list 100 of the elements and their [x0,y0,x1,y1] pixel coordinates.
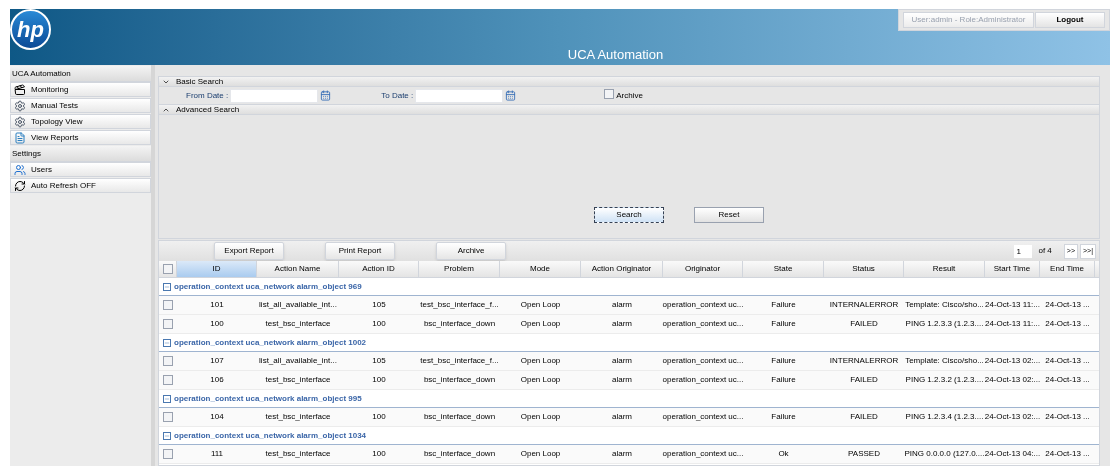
table-cell: Open Loop [520,318,561,330]
column-header[interactable]: End Time [1040,261,1095,277]
table-cell: 24-Oct-13 11:... [985,318,1040,330]
basic-search-header[interactable]: Basic Search [159,77,1099,87]
table-cell: alarm [612,355,632,367]
to-date-field[interactable] [415,88,504,103]
table-cell: alarm [612,411,632,423]
table-cell: 100 [372,318,386,330]
page-count: of 4 [1038,245,1052,257]
table-cell: Failure [771,318,796,330]
table-cell: operation_context uc... [662,448,744,460]
clapperboard-icon [14,83,26,96]
from-date-label: From Date : [186,89,229,102]
table-cell: 106 [210,374,224,386]
table-cell: test_bsc_interface [265,411,331,423]
column-header[interactable]: State [743,261,824,277]
table-cell: test_bsc_interface [265,374,331,386]
toolbar-button[interactable]: Export Report [214,242,284,260]
sidebar-item[interactable]: Manual Tests [10,98,151,113]
row-checkbox[interactable] [163,412,173,422]
table-cell: 101 [210,299,224,311]
row-checkbox[interactable] [163,300,173,310]
column-header[interactable]: Mode [500,261,581,277]
sidebar-item[interactable]: Monitoring [10,82,151,97]
table-cell: alarm [612,448,632,460]
sidebar-item[interactable]: Topology View [10,114,151,129]
table-cell: operation_context uc... [662,355,744,367]
document-icon [14,131,26,144]
settings-icon [14,115,26,128]
calendar-icon[interactable] [505,90,517,101]
collapse-icon[interactable] [163,394,171,403]
table-cell: list_all_available_int... [259,299,337,311]
table-cell: 24-Oct-13 ... [1045,411,1090,423]
table-cell: Open Loop [520,299,561,311]
table-cell: bsc_interface_down [423,411,496,423]
column-header[interactable]: Action Name [257,261,339,277]
table-cell: bsc_interface_down [423,374,496,386]
table-cell: Open Loop [520,448,561,460]
table-cell: 24-Oct-13 11:... [985,299,1040,311]
table-cell: PING 1.2.3.4 (1.2.3.... [905,411,984,423]
collapse-icon[interactable] [163,338,171,347]
logo: hp [10,9,51,50]
table-cell: 24-Oct-13 ... [1045,318,1090,330]
table-cell: Failure [771,299,796,311]
table-cell: FAILED [850,318,878,330]
table-cell: Failure [771,411,796,423]
users-icon [14,163,26,176]
collapse-icon[interactable] [163,431,171,440]
group-title: operation_context uca_network alarm_object 1034 [174,429,367,442]
row-checkbox[interactable] [163,449,173,459]
from-date-field[interactable] [230,88,319,103]
column-header[interactable]: Result [904,261,985,277]
logout-button[interactable]: Logout [1035,12,1105,28]
column-header[interactable]: Action Originator [581,261,663,277]
toolbar-button[interactable]: Archive [436,242,506,260]
row-checkbox[interactable] [163,319,173,329]
toolbar-button[interactable]: Print Report [325,242,395,260]
group-title: operation_context uca_network alarm_object 1002 [174,336,367,349]
advanced-search-header[interactable]: Advanced Search [159,105,1099,115]
table-cell: operation_context uc... [662,374,744,386]
table-cell: INTERNALERROR [829,299,899,311]
collapse-icon[interactable] [163,282,171,291]
sidebar-item[interactable]: View Reports [10,130,151,145]
sidebar-item[interactable]: Auto Refresh OFF [10,178,151,193]
table-cell: 24-Oct-13 02:... [984,411,1041,423]
table-cell: PING 1.2.3.3 (1.2.3.... [905,318,984,330]
table-cell: alarm [612,374,632,386]
refresh-icon [14,179,26,192]
to-date-label: To Date : [381,89,414,102]
row-checkbox[interactable] [163,356,173,366]
column-header[interactable]: Status [824,261,904,277]
table-cell: Failure [771,374,796,386]
archive-label: Archive [616,89,643,102]
column-header[interactable]: Originator [663,261,743,277]
row-checkbox[interactable] [163,375,173,385]
table-cell: 100 [372,448,386,460]
table-cell: Open Loop [520,411,561,423]
page-field[interactable]: 1 [1014,244,1033,258]
table-cell: test_bsc_interface [265,318,331,330]
app-title: UCA Automation [567,45,664,64]
table-cell: Open Loop [520,374,561,386]
column-header[interactable]: Action ID [339,261,419,277]
table-cell: Failure [771,355,796,367]
table-cell: operation_context uc... [662,318,744,330]
table-cell: Template: Cisco/sho... [905,355,984,367]
column-header[interactable]: ID [177,261,257,277]
table-cell: 24-Oct-13 ... [1045,299,1090,311]
sidebar-item[interactable]: Users [10,162,151,177]
sidebar-section-title: UCA Automation [10,66,151,82]
table-cell: 24-Oct-13 ... [1045,374,1090,386]
table-cell: 24-Oct-13 ... [1045,355,1090,367]
sidebar-section-title: Settings [10,146,151,162]
calendar-icon[interactable] [320,90,332,101]
column-header[interactable]: Start Time [985,261,1040,277]
search-panel-button[interactable]: Search [594,207,664,223]
table-cell: PASSED [848,448,880,460]
column-header[interactable]: Problem [419,261,500,277]
select-all-checkbox[interactable] [162,264,173,274]
search-panel-button[interactable]: Reset [694,207,764,223]
archive-checkbox[interactable] [604,88,615,99]
